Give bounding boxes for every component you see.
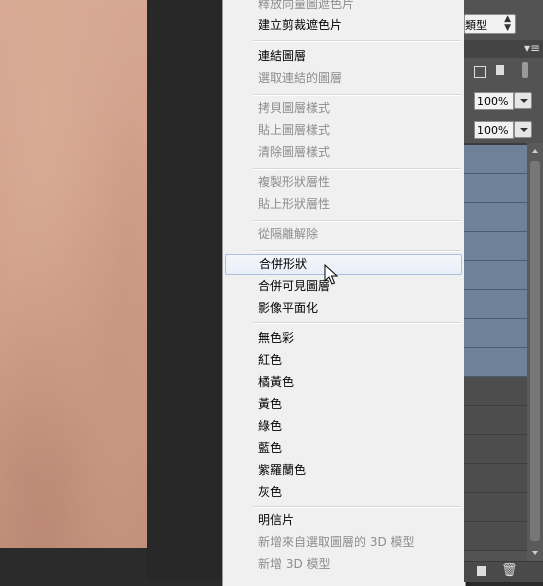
menu-item-postcard[interactable]: 明信片: [225, 510, 462, 531]
menu-item-no-color[interactable]: 無色彩: [225, 328, 462, 349]
lock-all-icon[interactable]: [496, 65, 504, 75]
menu-item-gray[interactable]: 灰色: [225, 482, 462, 503]
scroll-handle-icon: [522, 62, 528, 78]
kind-filter-value: 類型: [465, 19, 487, 32]
panel-menu-icon[interactable]: ▾≡: [524, 41, 540, 55]
fill-dropdown-arrow[interactable]: [514, 121, 532, 138]
layer-row[interactable]: [464, 493, 527, 522]
menu-item-green[interactable]: 綠色: [225, 416, 462, 437]
menu-item-paste-shape-attributes[interactable]: 貼上形狀層性: [225, 194, 462, 215]
new-layer-icon[interactable]: [477, 566, 486, 576]
layer-row-selected[interactable]: [464, 290, 527, 319]
layer-row[interactable]: [464, 377, 527, 406]
menu-item-red[interactable]: 紅色: [225, 350, 462, 371]
scroll-up-arrow-icon[interactable]: [532, 149, 538, 153]
layer-row-selected[interactable]: [464, 174, 527, 203]
menu-item-new-3d-model[interactable]: 新增 3D 模型: [225, 554, 462, 575]
menu-item-blue[interactable]: 藍色: [225, 438, 462, 459]
menu-item-clear-layer-style[interactable]: 清除圖層樣式: [225, 142, 462, 163]
menu-item-merge-shapes[interactable]: 合併形狀: [225, 254, 462, 275]
document-canvas[interactable]: [0, 0, 147, 548]
layer-row-selected[interactable]: [464, 145, 527, 174]
layer-row-selected[interactable]: [464, 348, 527, 377]
menu-separator: [253, 94, 461, 96]
opacity-dropdown-arrow[interactable]: [514, 92, 532, 109]
layer-row-selected[interactable]: [464, 232, 527, 261]
menu-separator: [253, 250, 461, 252]
layer-row[interactable]: [464, 406, 527, 435]
menu-item-orange[interactable]: 橘黃色: [225, 372, 462, 393]
menu-item-create-clipping-mask[interactable]: 建立剪裁遮色片: [225, 15, 462, 36]
layer-row-selected[interactable]: [464, 319, 527, 348]
fill-field[interactable]: 100%: [474, 121, 514, 139]
menu-separator: [253, 220, 461, 222]
menu-item-flatten-image[interactable]: 影像平面化: [225, 298, 462, 319]
opacity-field[interactable]: 100%: [474, 92, 514, 110]
menu-separator: [253, 168, 461, 170]
fill-value: 100%: [477, 124, 509, 137]
layer-row-selected[interactable]: [464, 203, 527, 232]
menu-separator: [253, 322, 461, 324]
menu-item-copy-layer-style[interactable]: 拷貝圖層樣式: [225, 98, 462, 119]
menu-item-new-3d-from-selected[interactable]: 新增來自選取圖層的 3D 模型: [225, 532, 462, 553]
menu-separator: [253, 40, 461, 42]
scroll-down-arrow-icon[interactable]: [532, 551, 538, 555]
menu-item-release-from-isolation[interactable]: 從隔離解除: [225, 224, 462, 245]
menu-item-select-linked-layers[interactable]: 選取連結的圖層: [225, 68, 462, 89]
layer-row[interactable]: [464, 435, 527, 464]
opacity-value: 100%: [477, 95, 509, 108]
layer-row[interactable]: [464, 464, 527, 493]
menu-item-merge-visible[interactable]: 合併可見圖層: [225, 276, 462, 297]
layer-row-selected[interactable]: [464, 261, 527, 290]
layer-row[interactable]: [464, 522, 527, 551]
menu-separator: [253, 506, 461, 508]
menu-item-copy-shape-attributes[interactable]: 複製形狀層性: [225, 172, 462, 193]
kind-filter-dropdown[interactable]: 類型 ▲ ▼: [464, 14, 516, 34]
lock-transparent-icon[interactable]: [474, 66, 486, 78]
menu-item-yellow[interactable]: 黃色: [225, 394, 462, 415]
menu-item-release-vector-mask[interactable]: 釋放向量圖遮色片: [225, 0, 462, 15]
layers-scroll-thumb[interactable]: [530, 161, 540, 541]
canvas-pasteboard: [0, 548, 147, 581]
menu-item-violet[interactable]: 紫羅蘭色: [225, 460, 462, 481]
workspace-background: [147, 0, 223, 581]
menu-item-paste-layer-style[interactable]: 貼上圖層樣式: [225, 120, 462, 141]
layer-context-menu: 釋放向量圖遮色片 建立剪裁遮色片 連結圖層 選取連結的圖層 拷貝圖層樣式 貼上圖…: [222, 0, 466, 586]
menu-item-link-layers[interactable]: 連結圖層: [225, 46, 462, 67]
mouse-cursor-icon: [324, 264, 338, 285]
trash-icon[interactable]: 🗑: [501, 563, 518, 578]
updown-arrows-icon: ▲ ▼: [504, 14, 511, 33]
